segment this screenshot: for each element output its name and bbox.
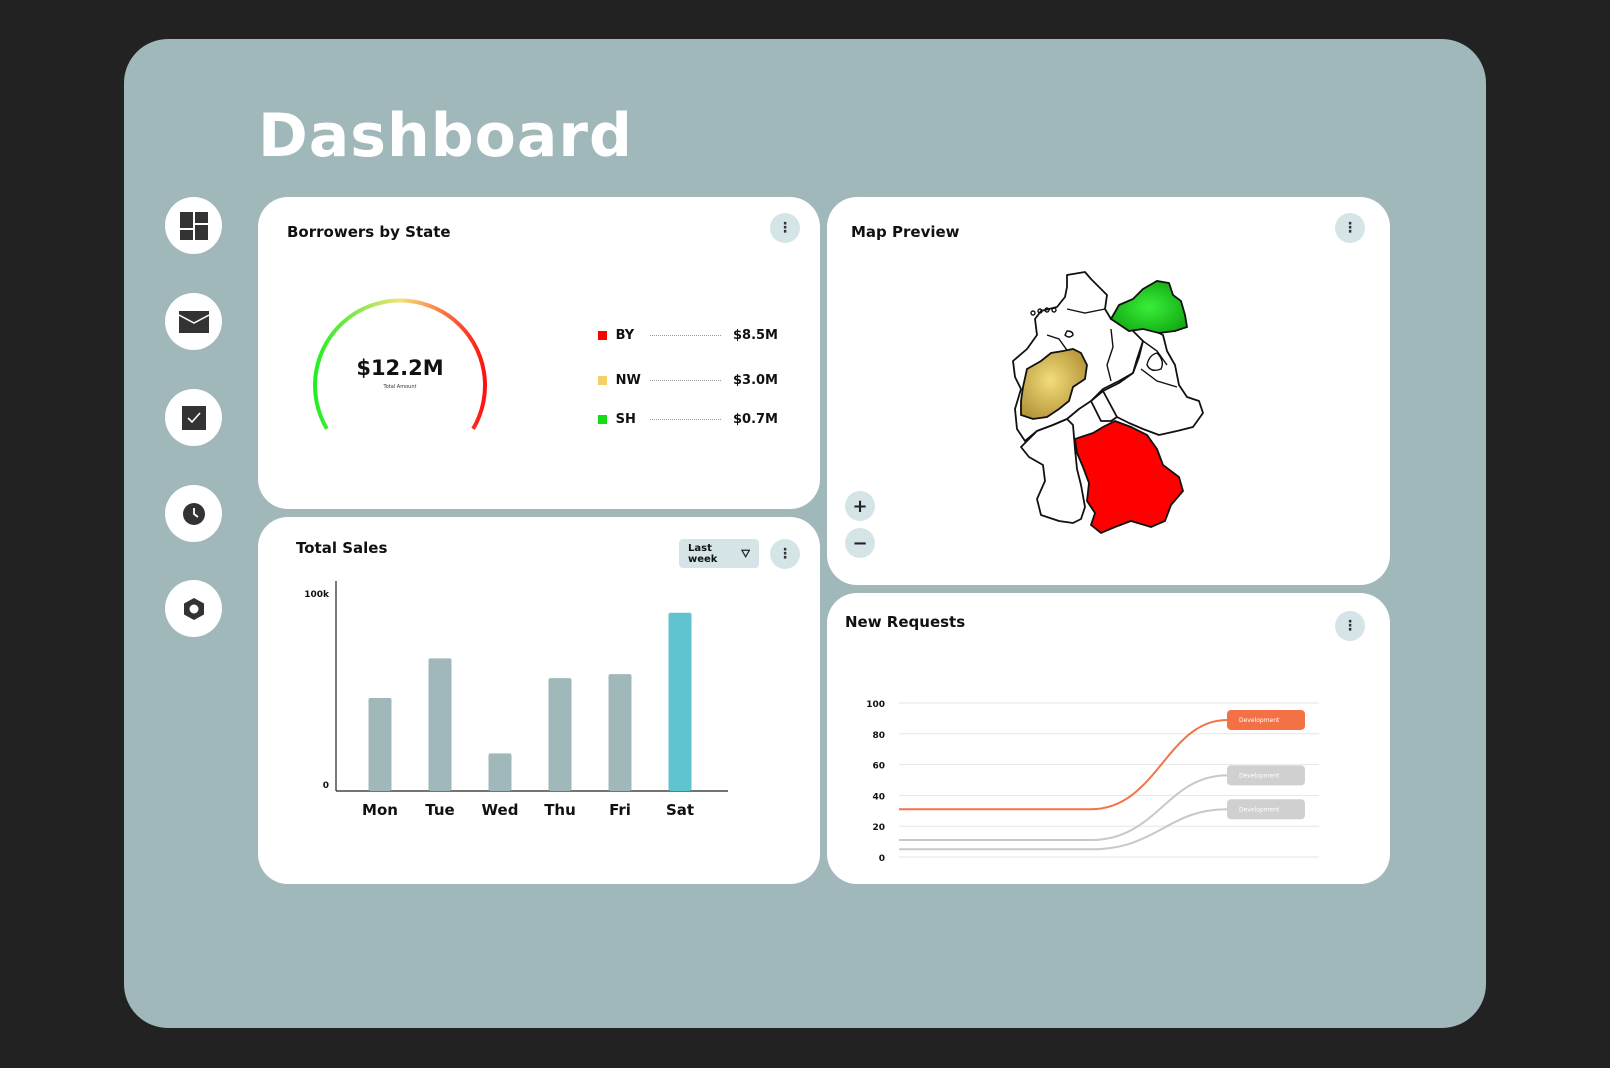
legend-leader-dots [650, 334, 721, 336]
bar-fri [608, 674, 632, 791]
y-tick-label: 100k [304, 590, 330, 600]
x-tick-label: Thu [544, 801, 576, 819]
series-label-text: Development [1239, 717, 1280, 724]
sidebar-item-history[interactable] [165, 485, 222, 542]
sidebar-item-tasks[interactable] [165, 389, 222, 446]
series-line-2 [899, 808, 1228, 851]
legend-value: $8.5M [732, 327, 778, 343]
y-tick-label: 80 [872, 731, 885, 741]
sidebar-item-dashboard[interactable] [165, 197, 222, 254]
borrowers-card: Borrowers by State ⋮ $12.2M Total Amount… [258, 197, 820, 509]
series-label-text: Development [1239, 772, 1280, 779]
sales-bar-chart: 0 100k Mon Tue Wed Thu Fri Sat [304, 581, 728, 819]
legend-leader-dots [650, 379, 721, 381]
germany-map [1012, 271, 1204, 535]
bar-thu [548, 678, 572, 791]
more-vertical-icon: ⋮ [778, 220, 792, 236]
sales-card: Total Sales Last week ⋮ 0 100k Mon Tue Wed Th… [258, 517, 820, 884]
legend-swatch [598, 375, 607, 385]
legend-row-by: BY $8.5M [598, 325, 778, 345]
map-more-button[interactable]: ⋮ [1335, 213, 1365, 243]
legend-leader-dots [650, 418, 721, 420]
y-tick-label: 20 [872, 823, 885, 833]
grid-icon [179, 211, 208, 240]
x-tick-label: Tue [425, 801, 454, 819]
gauge-chart: $12.2M Total Amount [313, 298, 487, 430]
series-label-text: Development [1239, 806, 1280, 813]
legend-code: NW [615, 372, 641, 388]
map-region-mv [1109, 280, 1189, 334]
requests-card: New Requests ⋮ 100 80 60 40 20 0 Development De… [827, 593, 1390, 884]
legend-row-nw: NW $3.0M [598, 370, 778, 390]
map-region-by [1074, 420, 1184, 535]
clock-icon [182, 502, 205, 525]
legend-swatch [598, 414, 607, 424]
x-tick-label: Sat [666, 801, 694, 819]
requests-line-chart: 100 80 60 40 20 0 Development Development Develo… [866, 700, 1319, 864]
gauge-caption: Total Amount [383, 384, 417, 390]
sidebar-item-mail[interactable] [165, 293, 222, 350]
legend-value: $0.7M [732, 411, 778, 427]
x-tick-label: Fri [609, 801, 631, 819]
map-title: Map Preview [851, 223, 960, 241]
x-tick-label: Mon [362, 801, 398, 819]
gauge-value: $12.2M [356, 356, 443, 380]
page-title: Dashboard [258, 101, 633, 171]
y-tick-label: 0 [323, 781, 329, 791]
y-tick-label: 0 [879, 854, 885, 864]
y-tick-label: 60 [872, 762, 885, 772]
x-tick-label: Wed [482, 801, 519, 819]
bar-mon [368, 697, 392, 791]
bar-tue [428, 658, 452, 791]
more-vertical-icon: ⋮ [1343, 220, 1357, 236]
map-island [1030, 310, 1036, 316]
borrowers-title: Borrowers by State [287, 223, 451, 241]
legend-code: BY [615, 327, 635, 343]
series-line-1 [899, 774, 1228, 842]
zoom-in-button[interactable]: + [845, 491, 875, 521]
bar-wed [488, 753, 512, 791]
map-card: Map Preview ⋮ + − [827, 197, 1390, 585]
dashboard-frame: Dashboard Borrowers by State ⋮ $12.2M To… [124, 39, 1486, 1028]
checkbox-icon [181, 405, 206, 430]
y-tick-label: 40 [872, 792, 885, 802]
legend-code: SH [615, 411, 636, 427]
hex-settings-icon [183, 597, 204, 620]
y-tick-label: 100 [866, 700, 885, 710]
legend-value: $3.0M [732, 372, 778, 388]
mail-icon [178, 310, 209, 333]
borrowers-more-button[interactable]: ⋮ [770, 213, 800, 243]
bar-sat [668, 612, 692, 791]
sidebar-item-settings[interactable] [165, 580, 222, 637]
zoom-out-button[interactable]: − [845, 528, 875, 558]
legend-row-sh: SH $0.7M [598, 409, 778, 429]
legend-swatch [598, 330, 607, 340]
